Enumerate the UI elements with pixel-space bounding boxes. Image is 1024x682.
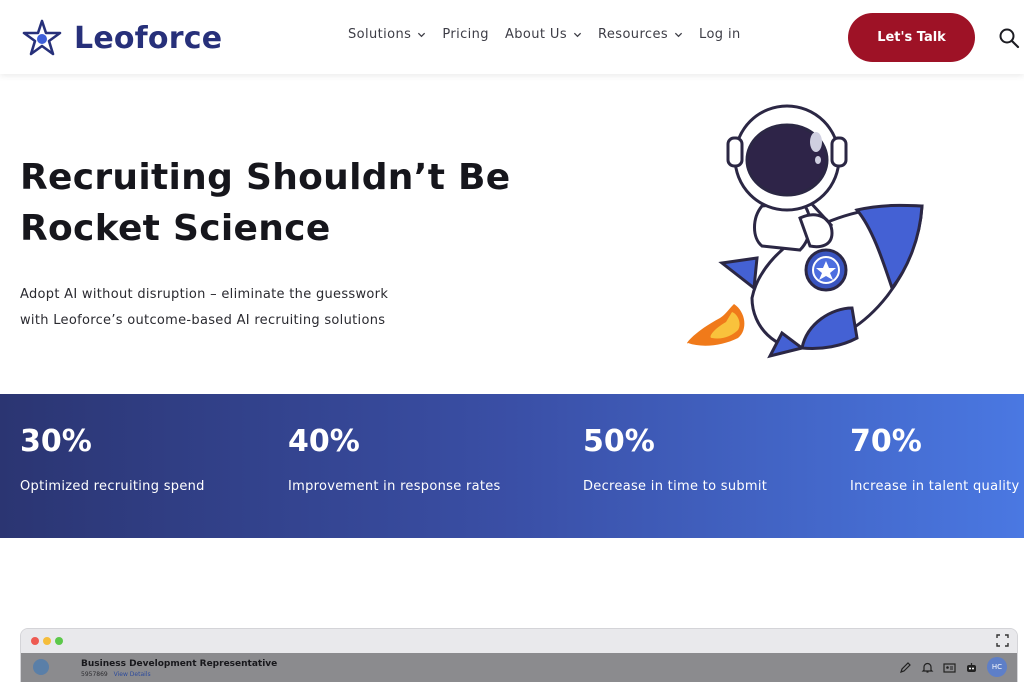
bot-icon[interactable]	[965, 661, 978, 674]
app-preview-window: Business Development Representative 5957…	[20, 628, 1018, 682]
stat-item: 50% Decrease in time to submit	[583, 424, 767, 494]
window-titlebar	[21, 629, 1017, 653]
contact-card-icon[interactable]	[943, 661, 956, 674]
hero-title: Recruiting Shouldn’t Be Rocket Science	[20, 152, 540, 254]
nav-item-label: Log in	[699, 27, 741, 42]
window-maximize-dot	[55, 637, 63, 645]
job-meta: 5957869 View Details	[81, 671, 151, 678]
hero-subtitle-line-1: Adopt AI without disruption – eliminate …	[20, 287, 389, 302]
stat-item: 30% Optimized recruiting spend	[20, 424, 205, 494]
stats-band: 30% Optimized recruiting spend 40% Impro…	[0, 394, 1024, 538]
nav-item-solutions[interactable]: Solutions	[348, 27, 426, 42]
stat-value: 30%	[20, 424, 92, 459]
nav-item-label: Resources	[598, 27, 669, 42]
view-details-link[interactable]: View Details	[114, 671, 151, 678]
nav-item-label: Pricing	[442, 27, 489, 42]
expand-icon[interactable]	[996, 634, 1009, 647]
brand-name: Leoforce	[74, 20, 223, 56]
job-title: Business Development Representative	[81, 659, 278, 669]
search-icon[interactable]	[998, 27, 1020, 49]
leoforce-star-icon	[22, 19, 62, 56]
nav-item-pricing[interactable]: Pricing	[442, 27, 489, 42]
hero-subtitle-line-2: with Leoforce’s outcome-based AI recruit…	[20, 313, 386, 328]
stat-label: Improvement in response rates	[288, 479, 501, 494]
stat-item: 40% Improvement in response rates	[288, 424, 501, 494]
job-id: 5957869	[81, 671, 108, 678]
stat-value: 70%	[850, 424, 922, 459]
brand-logo[interactable]: Leoforce	[20, 18, 222, 58]
stat-value: 50%	[583, 424, 655, 459]
hero-subtitle: Adopt AI without disruption – eliminate …	[20, 282, 420, 334]
preview-toolbar: HC	[899, 657, 1007, 677]
company-avatar	[33, 659, 49, 675]
hero-title-line-1: Recruiting Shouldn’t Be	[20, 157, 511, 198]
app-preview-body: Business Development Representative 5957…	[21, 653, 1017, 682]
main-nav: Solutions Pricing About Us Resources Log…	[348, 27, 757, 42]
nav-item-label: About Us	[504, 27, 568, 42]
nav-item-label: Solutions	[348, 27, 412, 42]
chevron-down-icon	[573, 32, 582, 38]
user-avatar[interactable]: HC	[987, 657, 1007, 677]
stat-item: 70% Increase in talent quality	[850, 424, 1020, 494]
astronaut-rocket-illustration	[687, 104, 924, 359]
site-header: Leoforce Solutions Pricing About Us Reso…	[0, 0, 1024, 74]
stat-label: Increase in talent quality	[850, 479, 1020, 494]
window-close-dot	[31, 637, 39, 645]
chevron-down-icon	[418, 32, 426, 38]
window-minimize-dot	[43, 637, 51, 645]
nav-item-about-us[interactable]: About Us	[505, 27, 582, 42]
nav-item-resources[interactable]: Resources	[598, 27, 683, 42]
pencil-icon[interactable]	[899, 661, 912, 674]
lets-talk-button[interactable]: Let's Talk	[848, 13, 975, 62]
hero-title-line-2: Rocket Science	[20, 208, 331, 249]
chevron-down-icon	[674, 32, 683, 38]
stat-label: Decrease in time to submit	[583, 479, 768, 494]
stat-label: Optimized recruiting spend	[20, 479, 205, 494]
bell-icon[interactable]	[921, 661, 934, 674]
nav-item-log-in[interactable]: Log in	[699, 27, 741, 42]
stat-value: 40%	[288, 424, 360, 459]
